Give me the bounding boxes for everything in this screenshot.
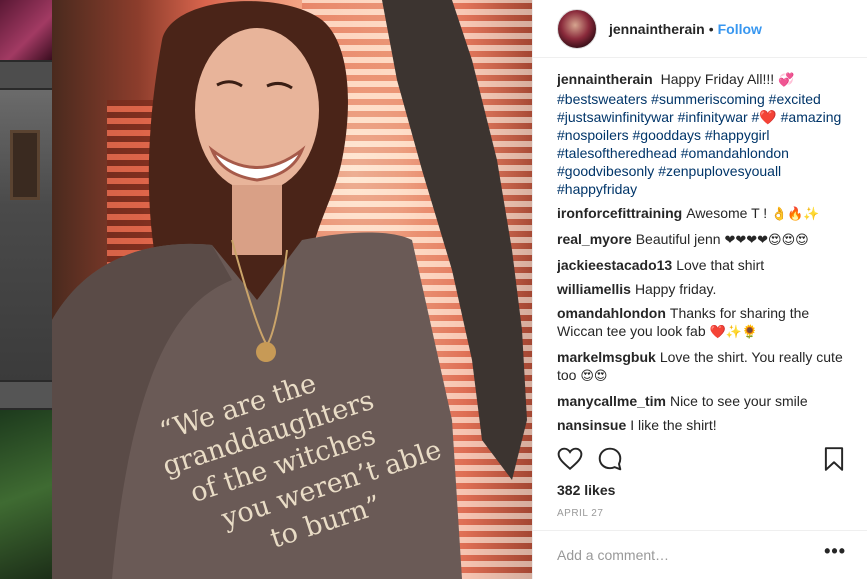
comment-item: real_myore Beautiful jenn ❤❤❤❤😍😍😍 <box>557 230 847 250</box>
comment-item: jackieestacado13 Love that shirt <box>557 256 847 274</box>
action-bar <box>557 446 847 476</box>
hashtag-link[interactable]: #happyfriday <box>557 181 637 197</box>
background-thumbnail <box>0 410 52 579</box>
comment-emoji: 😍😍 <box>580 369 608 384</box>
comment-emoji: 👌🔥✨ <box>771 207 820 222</box>
hashtag-link[interactable]: #justsawinfinitywar <box>557 109 674 125</box>
comment-username[interactable]: real_myore <box>557 231 632 247</box>
comment-text: Nice to see your smile <box>669 393 808 409</box>
comment-items: ironforcefittraining Awesome T ! 👌🔥✨ real_… <box>557 204 847 438</box>
comment-text: Happy friday. <box>634 281 717 297</box>
hashtag-link[interactable]: #bestsweaters <box>557 91 647 107</box>
comment-username[interactable]: omandahlondon <box>557 305 666 321</box>
comments-list[interactable]: jennaintherain Happy Friday All!!! 💞 #be… <box>557 70 847 438</box>
comment-item: manycallme_tim Nice to see your smile <box>557 392 847 410</box>
post-date[interactable]: APRIL 27 <box>557 508 603 519</box>
hashtag-link[interactable]: #nospoilers <box>557 127 629 143</box>
more-options-button[interactable]: ••• <box>824 541 846 562</box>
comment-bar: ••• <box>533 530 867 579</box>
hashtag-link[interactable]: #goodvibesonly <box>557 163 654 179</box>
comment-username[interactable]: manycallme_tim <box>557 393 666 409</box>
comment-emoji: ❤️✨🌻 <box>709 325 759 340</box>
background-thumbnail <box>0 0 52 60</box>
hashtag-link[interactable]: #talesoftheredhead <box>557 145 677 161</box>
comment-username[interactable]: ironforcefittraining <box>557 205 682 221</box>
header-username[interactable]: jennaintherain <box>609 21 705 37</box>
separator-dot: • <box>708 20 714 37</box>
follow-button[interactable]: Follow <box>718 21 762 37</box>
speech-bubble-icon[interactable] <box>597 446 623 472</box>
hashtag-link[interactable]: #amazing <box>781 109 842 125</box>
comment-text: Beautiful jenn <box>635 231 721 247</box>
hashtag-link[interactable]: #zenpuplovesyouall <box>658 163 781 179</box>
comment-username[interactable]: jackieestacado13 <box>557 257 672 273</box>
caption-hashtags: #bestsweaters #summeriscoming #excited #… <box>557 91 841 197</box>
bookmark-icon[interactable] <box>821 446 847 472</box>
comment-item: williamellis Happy friday. <box>557 280 847 298</box>
background-thumbnail <box>0 382 52 408</box>
comment-username[interactable]: williamellis <box>557 281 631 297</box>
caption-text: Happy Friday All!!! <box>660 71 775 87</box>
post-header: jennaintherain • Follow <box>533 0 867 58</box>
background-thumbnail <box>0 62 52 88</box>
comment-item: ironforcefittraining Awesome T ! 👌🔥✨ <box>557 204 847 224</box>
comment-username[interactable]: markelmsgbuk <box>557 349 656 365</box>
likes-count[interactable]: 382 likes <box>557 482 615 498</box>
caption-username[interactable]: jennaintherain <box>557 71 653 87</box>
comment-item: nansinsue I like the shirt! <box>557 416 847 434</box>
post-sidebar: jennaintherain • Follow jennaintherain H… <box>532 0 867 579</box>
post-photo[interactable]: “We are the granddaughters of the witche… <box>52 0 532 579</box>
comment-item: omandahlondon Thanks for sharing the Wicc… <box>557 304 847 342</box>
comment-text: Love that shirt <box>676 257 765 273</box>
hashtag-link[interactable]: #infinitywar <box>678 109 748 125</box>
caption: jennaintherain Happy Friday All!!! 💞 #be… <box>557 70 847 198</box>
comment-text: I like the shirt! <box>630 417 717 433</box>
heart-outline-icon[interactable] <box>557 446 583 472</box>
comment-input[interactable] <box>557 545 807 565</box>
comment-emoji: ❤❤❤❤😍😍😍 <box>724 233 809 248</box>
comment-item: markelmsgbuk Love the shirt. You really c… <box>557 348 847 386</box>
hashtag-link[interactable]: #happygirl <box>705 127 770 143</box>
background-thumbnail <box>0 90 52 380</box>
hashtag-link[interactable]: #❤️ <box>752 109 777 125</box>
comment-text: Awesome T ! <box>686 205 768 221</box>
background-thumbnails <box>0 0 52 579</box>
hashtag-link[interactable]: #omandahlondon <box>681 145 789 161</box>
caption-emoji: 💞 <box>778 73 795 88</box>
avatar[interactable] <box>557 8 597 49</box>
photo-subject: “We are the granddaughters of the witche… <box>52 0 527 579</box>
comment-username[interactable]: nansinsue <box>557 417 626 433</box>
hashtag-link[interactable]: #excited <box>769 91 821 107</box>
hashtag-link[interactable]: #summeriscoming <box>651 91 765 107</box>
hashtag-link[interactable]: #gooddays <box>633 127 702 143</box>
